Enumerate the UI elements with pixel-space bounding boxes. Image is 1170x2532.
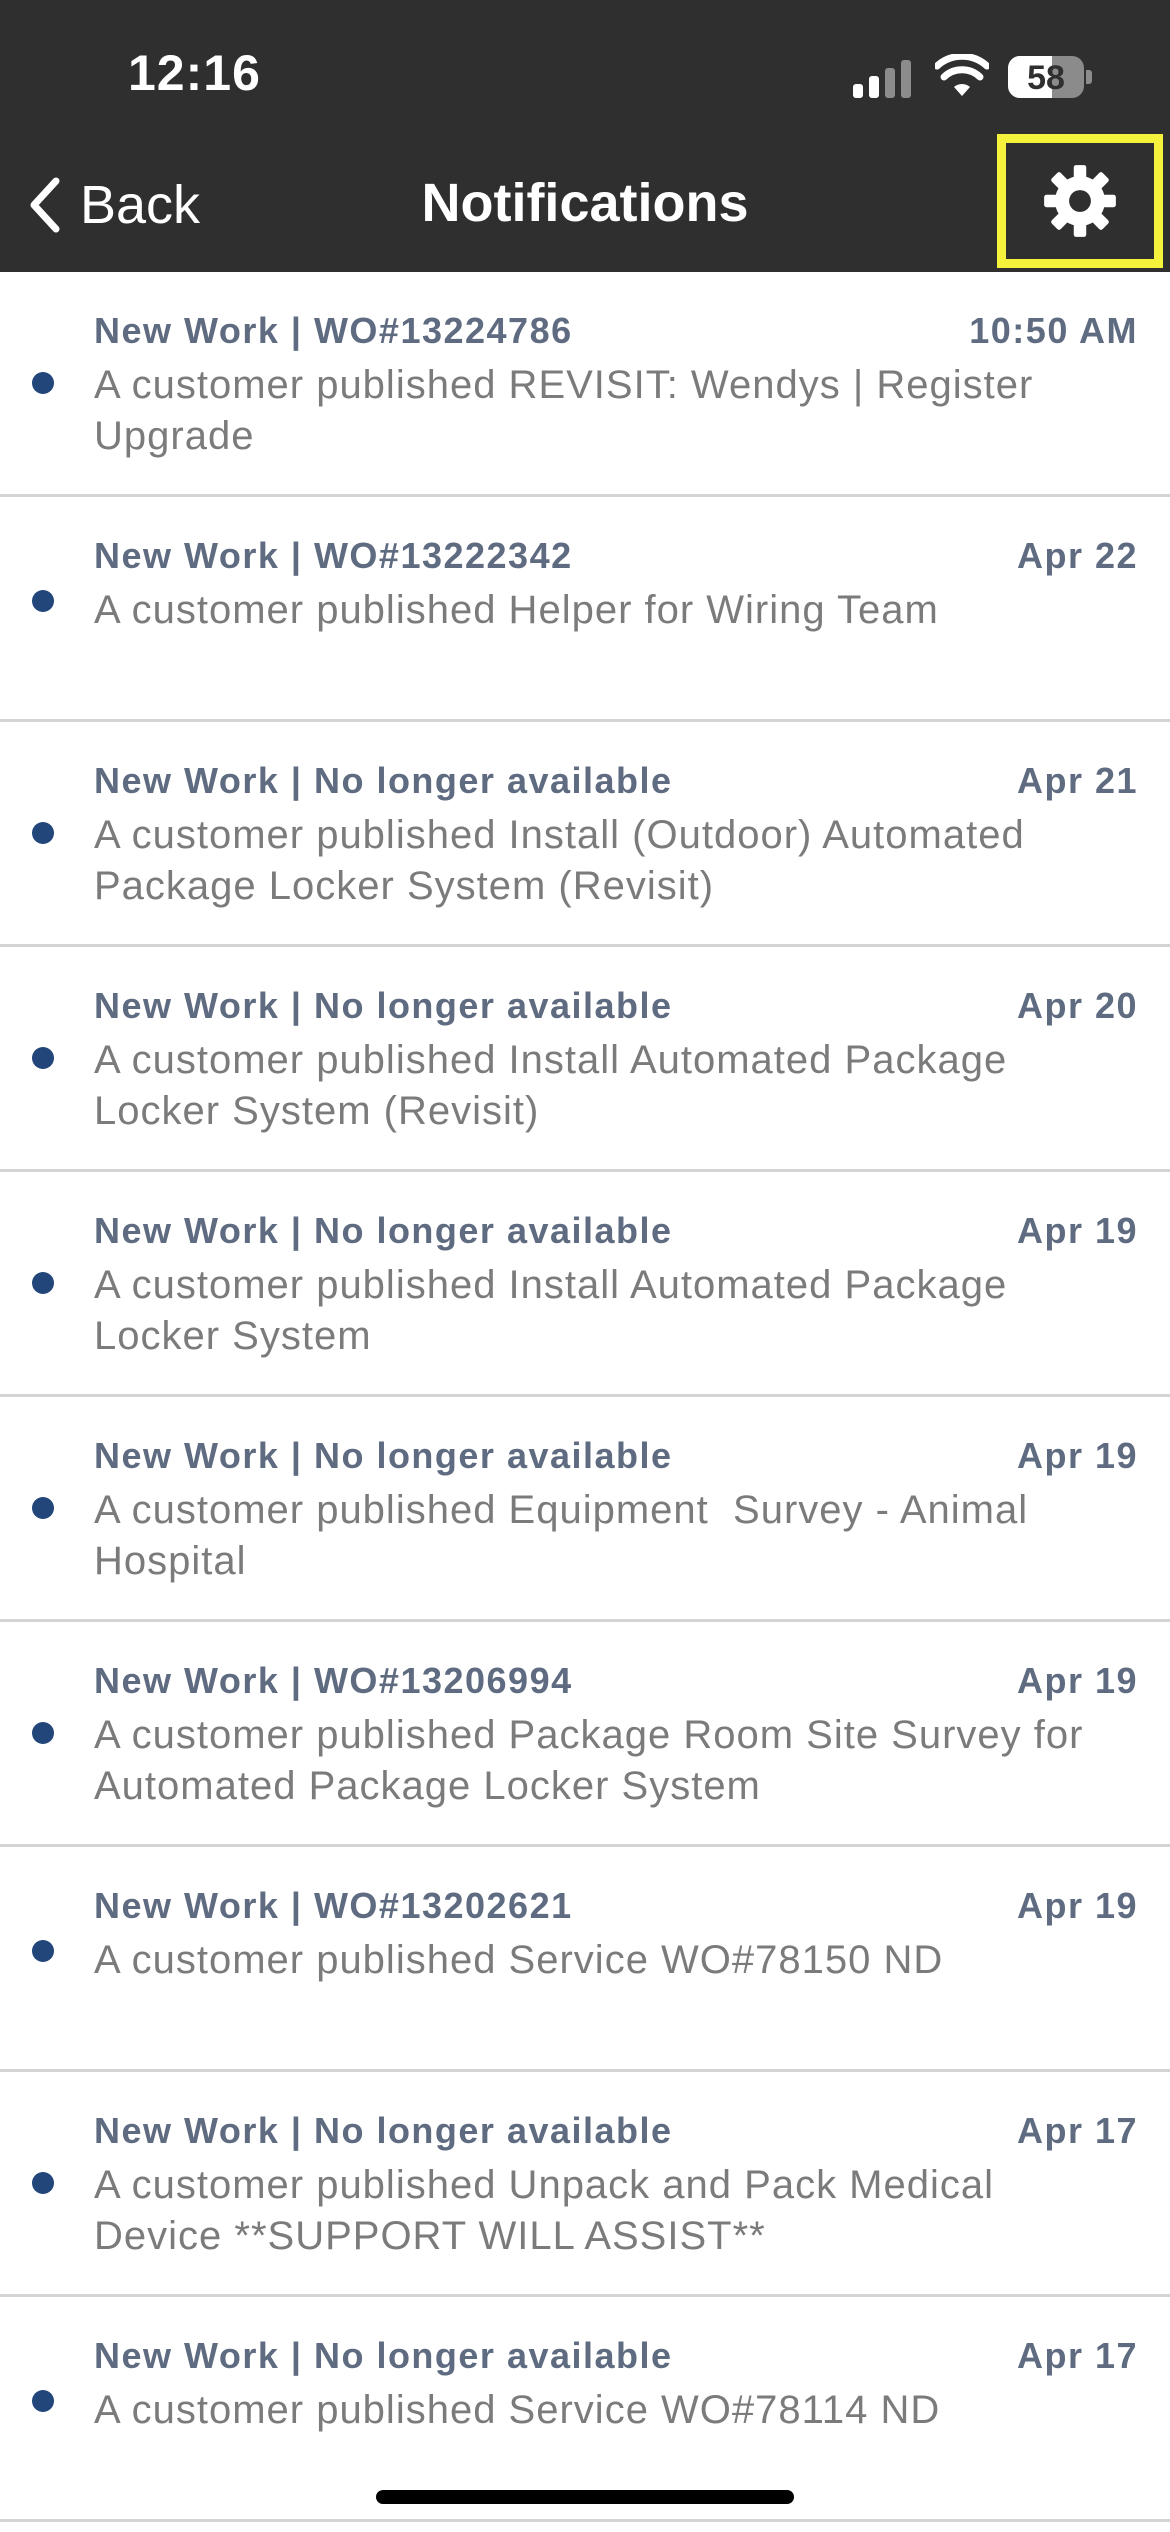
unread-dot bbox=[32, 1722, 54, 1744]
unread-dot bbox=[32, 1497, 54, 1519]
notification-header-row: New Work | WO#13202621 Apr 19 bbox=[94, 1885, 1138, 1927]
status-time: 12:16 bbox=[128, 45, 261, 101]
chevron-left-icon bbox=[30, 177, 60, 233]
unread-dot bbox=[32, 822, 54, 844]
notification-item[interactable]: New Work | No longer available Apr 17 A cu… bbox=[0, 2072, 1170, 2297]
notification-item[interactable]: New Work | No longer available Apr 21 A cu… bbox=[0, 722, 1170, 947]
notification-item[interactable]: New Work | No longer available Apr 19 A cu… bbox=[0, 1397, 1170, 1622]
notification-header-row: New Work | WO#13206994 Apr 19 bbox=[94, 1660, 1138, 1702]
notification-header-row: New Work | No longer available Apr 21 bbox=[94, 760, 1138, 802]
notification-title: New Work | No longer available bbox=[94, 985, 673, 1026]
notification-text: A customer published Install (Outdoor) A… bbox=[94, 813, 1037, 908]
notification-header-row: New Work | WO#13222342 Apr 22 bbox=[94, 535, 1138, 577]
notification-title: New Work | WO#13224786 bbox=[94, 310, 573, 351]
notification-item[interactable]: New Work | No longer available Apr 20 A cu… bbox=[0, 947, 1170, 1172]
notification-title: New Work | No longer available bbox=[94, 2335, 673, 2376]
notification-header-row: New Work | WO#13224786 10:50 AM bbox=[94, 310, 1138, 352]
notification-time: Apr 22 bbox=[1016, 535, 1138, 576]
notification-header-row: New Work | No longer available Apr 19 bbox=[94, 1210, 1138, 1252]
cellular-signal-icon bbox=[853, 58, 913, 98]
notification-item[interactable]: New Work | No longer available Apr 19 A cu… bbox=[0, 1172, 1170, 1397]
notification-header-row: New Work | No longer available Apr 20 bbox=[94, 985, 1138, 1027]
notification-item[interactable]: New Work | WO#13222342 Apr 22 A customer p… bbox=[0, 497, 1170, 722]
notification-header-row: New Work | No longer available Apr 19 bbox=[94, 1435, 1138, 1477]
battery-icon: 58 bbox=[1008, 56, 1092, 100]
unread-dot bbox=[32, 1047, 54, 1069]
notification-title: New Work | No longer available bbox=[94, 760, 673, 801]
back-label: Back bbox=[80, 175, 201, 235]
notification-time: Apr 19 bbox=[1016, 1435, 1138, 1476]
notification-header-row: New Work | No longer available Apr 17 bbox=[94, 2110, 1138, 2152]
home-indicator[interactable] bbox=[376, 2490, 794, 2504]
notification-time: Apr 17 bbox=[1016, 2335, 1138, 2376]
notification-text: A customer published REVISIT: Wendys | R… bbox=[94, 363, 1046, 458]
notification-time: 10:50 AM bbox=[969, 310, 1138, 351]
notification-time: Apr 17 bbox=[1016, 2110, 1138, 2151]
notification-time: Apr 20 bbox=[1016, 985, 1138, 1026]
notification-text: A customer published Install Automated P… bbox=[94, 1038, 1020, 1133]
notification-header-row: New Work | No longer available Apr 17 bbox=[94, 2335, 1138, 2377]
notification-time: Apr 19 bbox=[1016, 1885, 1138, 1926]
notification-item[interactable]: New Work | WO#13206994 Apr 19 A customer p… bbox=[0, 1622, 1170, 1847]
unread-dot bbox=[32, 1940, 54, 1962]
unread-dot bbox=[32, 2172, 54, 2194]
notification-title: New Work | WO#13222342 bbox=[94, 535, 573, 576]
notification-title: New Work | No longer available bbox=[94, 1210, 673, 1251]
unread-dot bbox=[32, 1272, 54, 1294]
notification-item[interactable]: New Work | WO#13224786 10:50 AM A customer… bbox=[0, 272, 1170, 497]
gear-icon bbox=[1044, 165, 1116, 237]
top-bar: 12:16 58 Back Notifications bbox=[0, 0, 1170, 272]
notification-item[interactable]: New Work | WO#13202621 Apr 19 A customer p… bbox=[0, 1847, 1170, 2072]
notification-text: A customer published Package Room Site S… bbox=[94, 1713, 1094, 1808]
notification-text: A customer published Install Automated P… bbox=[94, 1263, 1020, 1358]
wifi-icon bbox=[935, 54, 989, 96]
notification-time: Apr 21 bbox=[1016, 760, 1138, 801]
notification-title: New Work | No longer available bbox=[94, 1435, 673, 1476]
notification-text: A customer published Service WO#78114 ND bbox=[94, 2388, 941, 2432]
unread-dot bbox=[32, 372, 54, 394]
notification-title: New Work | WO#13206994 bbox=[94, 1660, 573, 1701]
settings-button[interactable] bbox=[997, 134, 1163, 268]
notification-text: A customer published Service WO#78150 ND bbox=[94, 1938, 944, 1982]
battery-percent: 58 bbox=[1027, 59, 1065, 97]
notification-text: A customer published Equipment Survey - … bbox=[94, 1488, 1041, 1583]
back-button[interactable]: Back bbox=[24, 168, 200, 242]
notification-title: New Work | WO#13202621 bbox=[94, 1885, 573, 1926]
unread-dot bbox=[32, 2390, 54, 2412]
notification-item[interactable]: New Work | No longer available Apr 17 A cu… bbox=[0, 2297, 1170, 2522]
notification-text: A customer published Helper for Wiring T… bbox=[94, 588, 939, 632]
unread-dot bbox=[32, 590, 54, 612]
notification-time: Apr 19 bbox=[1016, 1660, 1138, 1701]
notification-text: A customer published Unpack and Pack Med… bbox=[94, 2163, 1007, 2258]
notification-list: New Work | WO#13224786 10:50 AM A customer… bbox=[0, 272, 1170, 2522]
notification-time: Apr 19 bbox=[1016, 1210, 1138, 1251]
notification-title: New Work | No longer available bbox=[94, 2110, 673, 2151]
